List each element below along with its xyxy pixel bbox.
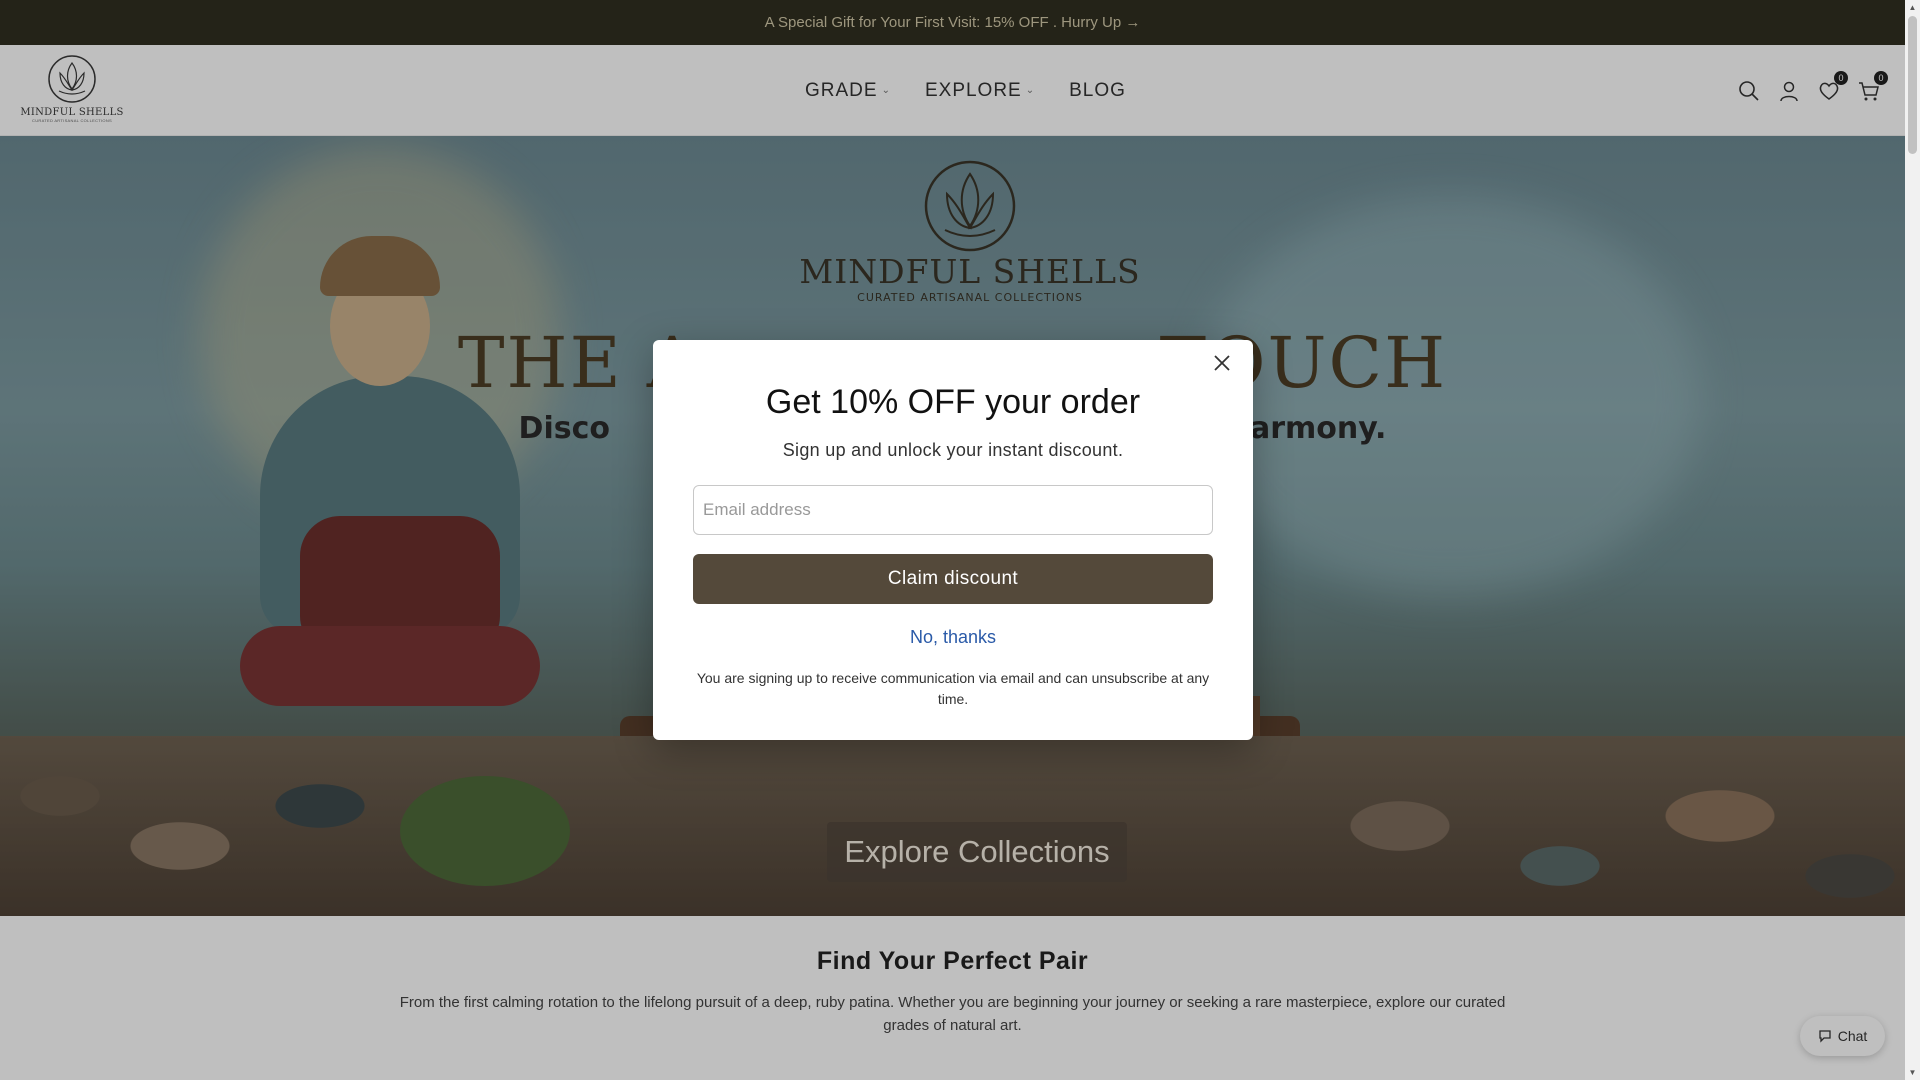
no-thanks-link[interactable]: No, thanks xyxy=(653,627,1253,648)
scroll-up-arrow-icon[interactable]: ▲ xyxy=(1905,0,1920,15)
discount-popup: Get 10% OFF your order Sign up and unloc… xyxy=(653,340,1253,740)
email-field[interactable] xyxy=(693,485,1213,535)
page: A Special Gift for Your First Visit: 15%… xyxy=(0,0,1905,1080)
page-scrollbar[interactable]: ▲ ▼ xyxy=(1905,0,1920,1080)
popup-legal-text: You are signing up to receive communicat… xyxy=(696,670,1210,707)
close-button[interactable] xyxy=(1210,351,1234,375)
popup-subtitle: Sign up and unlock your instant discount… xyxy=(782,440,1124,460)
popup-title: Get 10% OFF your order xyxy=(765,383,1141,421)
scroll-thumb[interactable] xyxy=(1908,16,1917,154)
scroll-down-arrow-icon[interactable]: ▼ xyxy=(1905,1065,1920,1080)
claim-discount-button[interactable]: Claim discount xyxy=(693,554,1213,604)
close-icon xyxy=(1214,355,1230,371)
